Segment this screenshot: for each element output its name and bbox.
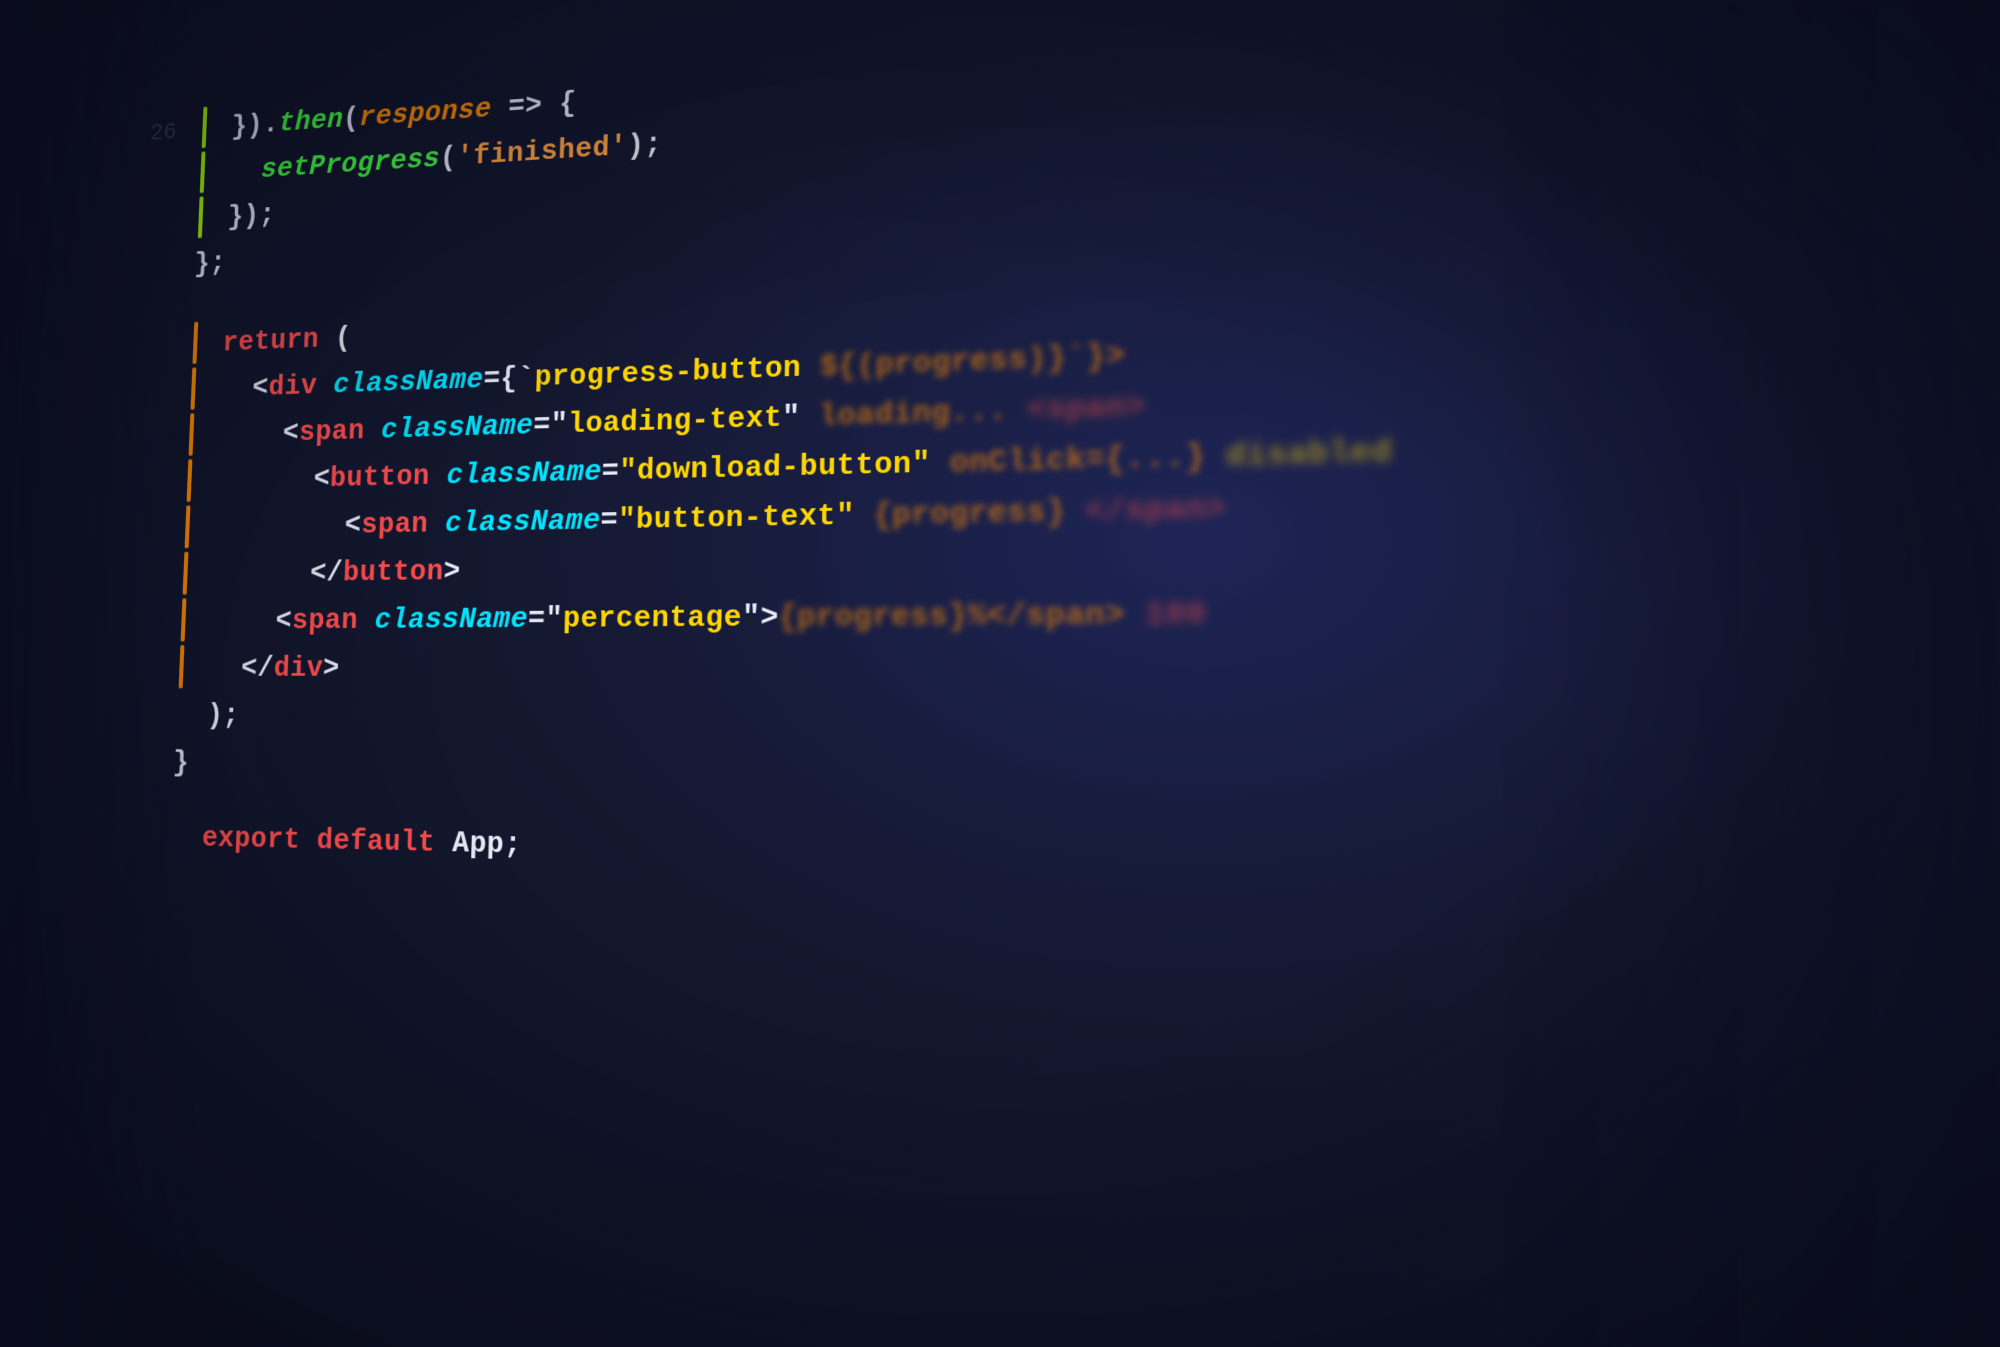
code-token: (: [343, 102, 360, 136]
code-token-export: export: [201, 821, 317, 858]
code-token-download-button: "download-button": [619, 446, 931, 489]
code-token-default: default: [316, 823, 435, 860]
code-token-blurred-2: loading...: [800, 393, 1008, 435]
code-content-29: };: [193, 242, 226, 286]
code-token-blurred-tag-4: </span>: [1066, 490, 1226, 530]
code-token-blurred-tag-3: disabled: [1206, 433, 1393, 475]
line-number-29: [131, 271, 194, 274]
line-number-34: [121, 490, 185, 492]
code-token: =: [600, 503, 618, 538]
code-token: }).: [199, 107, 279, 145]
code-token: <: [182, 508, 362, 545]
code-content-36: </button>: [180, 549, 461, 596]
code-token-blurred-tag-2: <span>: [1008, 388, 1146, 429]
code-token: );: [174, 698, 240, 732]
code-screen: 26 }).then(response => { setProgress('fi…: [0, 0, 2000, 1347]
code-token-percentage: percentage: [562, 600, 742, 636]
code-token-blurred-1: ${(progress)}`}>: [819, 338, 1125, 385]
code-token-blurred-tag-5: 100: [1125, 596, 1206, 634]
code-content-40: }: [172, 741, 190, 785]
code-token-span2: span: [361, 507, 429, 542]
code-token: (: [439, 141, 457, 175]
code-token-classname: className: [374, 602, 528, 637]
code-token: =: [601, 454, 619, 489]
line-number-35: [119, 536, 183, 537]
line-number-32: [125, 398, 188, 400]
code-token-blurred-4: {progress}: [854, 493, 1065, 533]
code-token: => {: [491, 86, 577, 125]
code-token-div-close: div: [273, 651, 324, 685]
code-token-classname: className: [446, 454, 602, 492]
code-token-loading-text: loading-text: [568, 400, 783, 441]
code-token: (: [318, 321, 352, 355]
line-number-empty: [130, 298, 193, 301]
code-content-31: return (: [190, 317, 352, 366]
code-token: [428, 506, 446, 540]
code-token: </: [180, 556, 343, 592]
code-token-span3: span: [291, 603, 358, 637]
code-token: App;: [435, 825, 523, 862]
code-token: }: [172, 745, 189, 779]
code-content-28: });: [195, 194, 276, 240]
code-token-span: span: [298, 414, 365, 449]
code-token: [198, 154, 262, 190]
line-number-27: [135, 181, 198, 185]
code-token-button-close: button: [342, 554, 444, 589]
code-token: <: [186, 416, 299, 452]
code-token-classname: className: [333, 362, 484, 401]
code-token-classname: className: [445, 503, 601, 540]
code-token-finished: 'finished': [456, 129, 627, 173]
line-number-31: [127, 352, 190, 355]
code-token-blurred-3: onClick={...}: [931, 438, 1206, 481]
code-token-classname: className: [381, 408, 534, 447]
code-token: );: [627, 127, 663, 163]
code-token: response: [359, 92, 492, 134]
code-token: </: [176, 651, 274, 685]
code-container: 26 }).then(response => { setProgress('fi…: [84, 0, 2000, 1347]
code-token-return: return: [222, 322, 320, 359]
line-number-42: [105, 843, 170, 844]
code-token-progress-button: progress-button: [534, 350, 801, 394]
code-token: [429, 459, 447, 493]
code-token-setprogress: setProgress: [261, 142, 441, 186]
code-token-button: button: [329, 459, 430, 495]
code-token: [364, 413, 382, 447]
code-token-button-text: "button-text": [618, 498, 855, 538]
code-token: [317, 368, 335, 402]
code-token: ={`: [483, 360, 535, 396]
code-token: =": [528, 601, 564, 636]
line-number-40: [108, 769, 172, 770]
code-content-38: </div>: [176, 646, 340, 690]
code-token: then: [278, 103, 343, 140]
code-token: [801, 349, 820, 385]
code-token: [169, 820, 203, 855]
code-token: ": [782, 399, 801, 435]
code-token: =": [533, 407, 569, 442]
line-number-empty-2: [107, 787, 171, 788]
line-number-36: [117, 582, 181, 583]
code-token-div: div: [268, 369, 318, 404]
code-token: >: [443, 554, 461, 588]
line-number-26: 26: [137, 117, 201, 148]
code-token: });: [196, 198, 276, 235]
code-content-42: export default App;: [169, 816, 523, 868]
code-token: ">: [742, 599, 779, 635]
code-token: <: [188, 371, 269, 407]
code-line-38: </div>: [112, 638, 2000, 697]
code-token: [357, 603, 375, 637]
code-token: };: [194, 246, 227, 280]
code-token: >: [322, 651, 340, 685]
code-token: <: [178, 604, 292, 638]
line-number-33: [123, 443, 187, 445]
code-content-39: );: [174, 694, 240, 738]
line-number-28: [133, 226, 196, 230]
code-token-blurred-5: {progress}%</span>: [778, 596, 1125, 635]
code-token: <: [184, 462, 330, 499]
code-content-37: <span className="percentage">{progress}%…: [178, 590, 1206, 643]
